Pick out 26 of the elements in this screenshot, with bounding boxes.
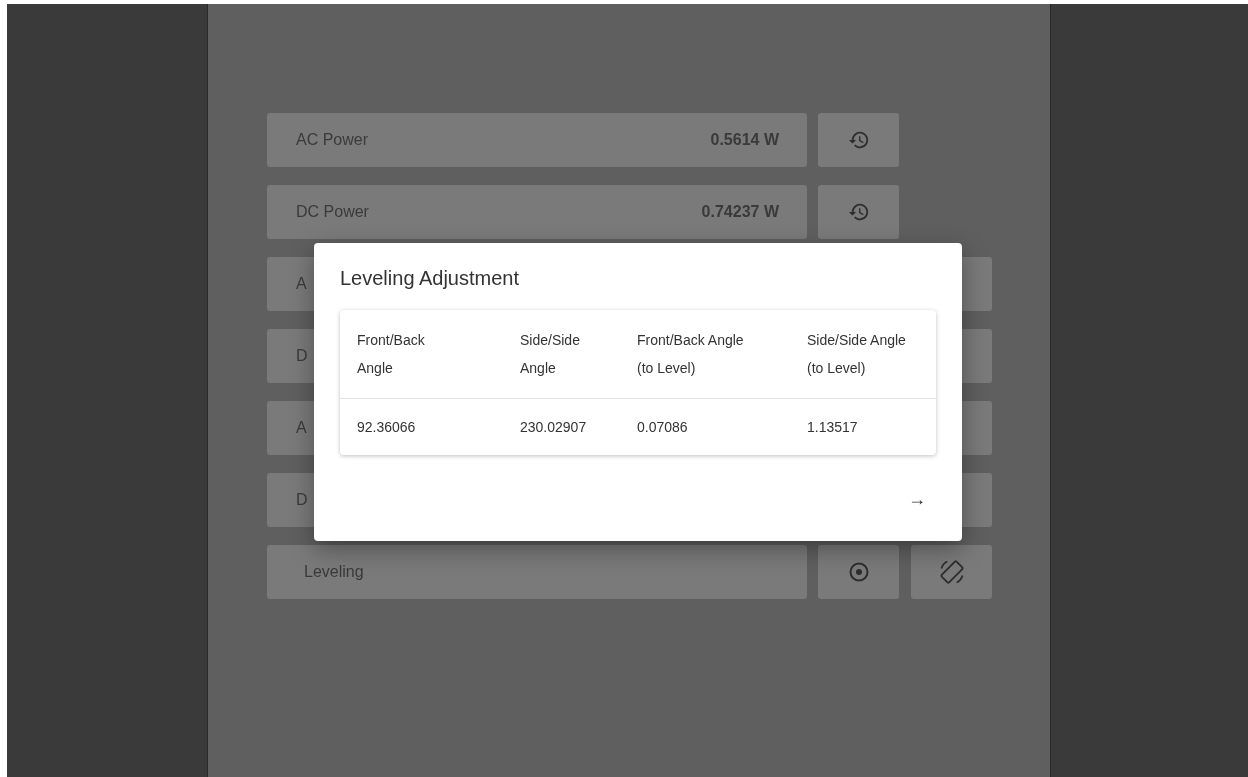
- reading-value: 0.5614 W: [710, 131, 779, 149]
- reading-label: AC Power: [296, 131, 369, 149]
- dialog-title: Leveling Adjustment: [340, 267, 520, 290]
- column-header: Front/Back Angle: [356, 331, 426, 378]
- table-cell-text: 1.13517: [806, 419, 859, 435]
- reading-label: D: [296, 347, 308, 365]
- target-button[interactable]: [818, 545, 899, 599]
- screen-rotation-icon: [937, 558, 966, 586]
- history-icon: [847, 201, 870, 223]
- next-button[interactable]: →: [902, 485, 932, 514]
- reading-value: 0.74237 W: [701, 203, 779, 221]
- history-button[interactable]: [818, 113, 899, 167]
- reading-label: D: [296, 491, 308, 509]
- table-cell-text: 0.07086: [636, 419, 689, 435]
- column-header: Side/Side Angle (to Level): [806, 331, 907, 378]
- column-header: Side/Side Angle: [519, 331, 581, 378]
- reading-label: A: [296, 275, 307, 293]
- history-button[interactable]: [818, 185, 899, 239]
- rotate-button[interactable]: [911, 545, 992, 599]
- reading-label: DC Power: [296, 203, 369, 221]
- table-cell-text: 92.36066: [356, 419, 417, 435]
- table-cell-text: 230.02907: [519, 419, 588, 435]
- reading-label: Leveling: [304, 563, 364, 581]
- reading-label: A: [296, 419, 307, 437]
- history-icon: [847, 129, 870, 151]
- column-header: Front/Back Angle (to Level): [636, 331, 745, 378]
